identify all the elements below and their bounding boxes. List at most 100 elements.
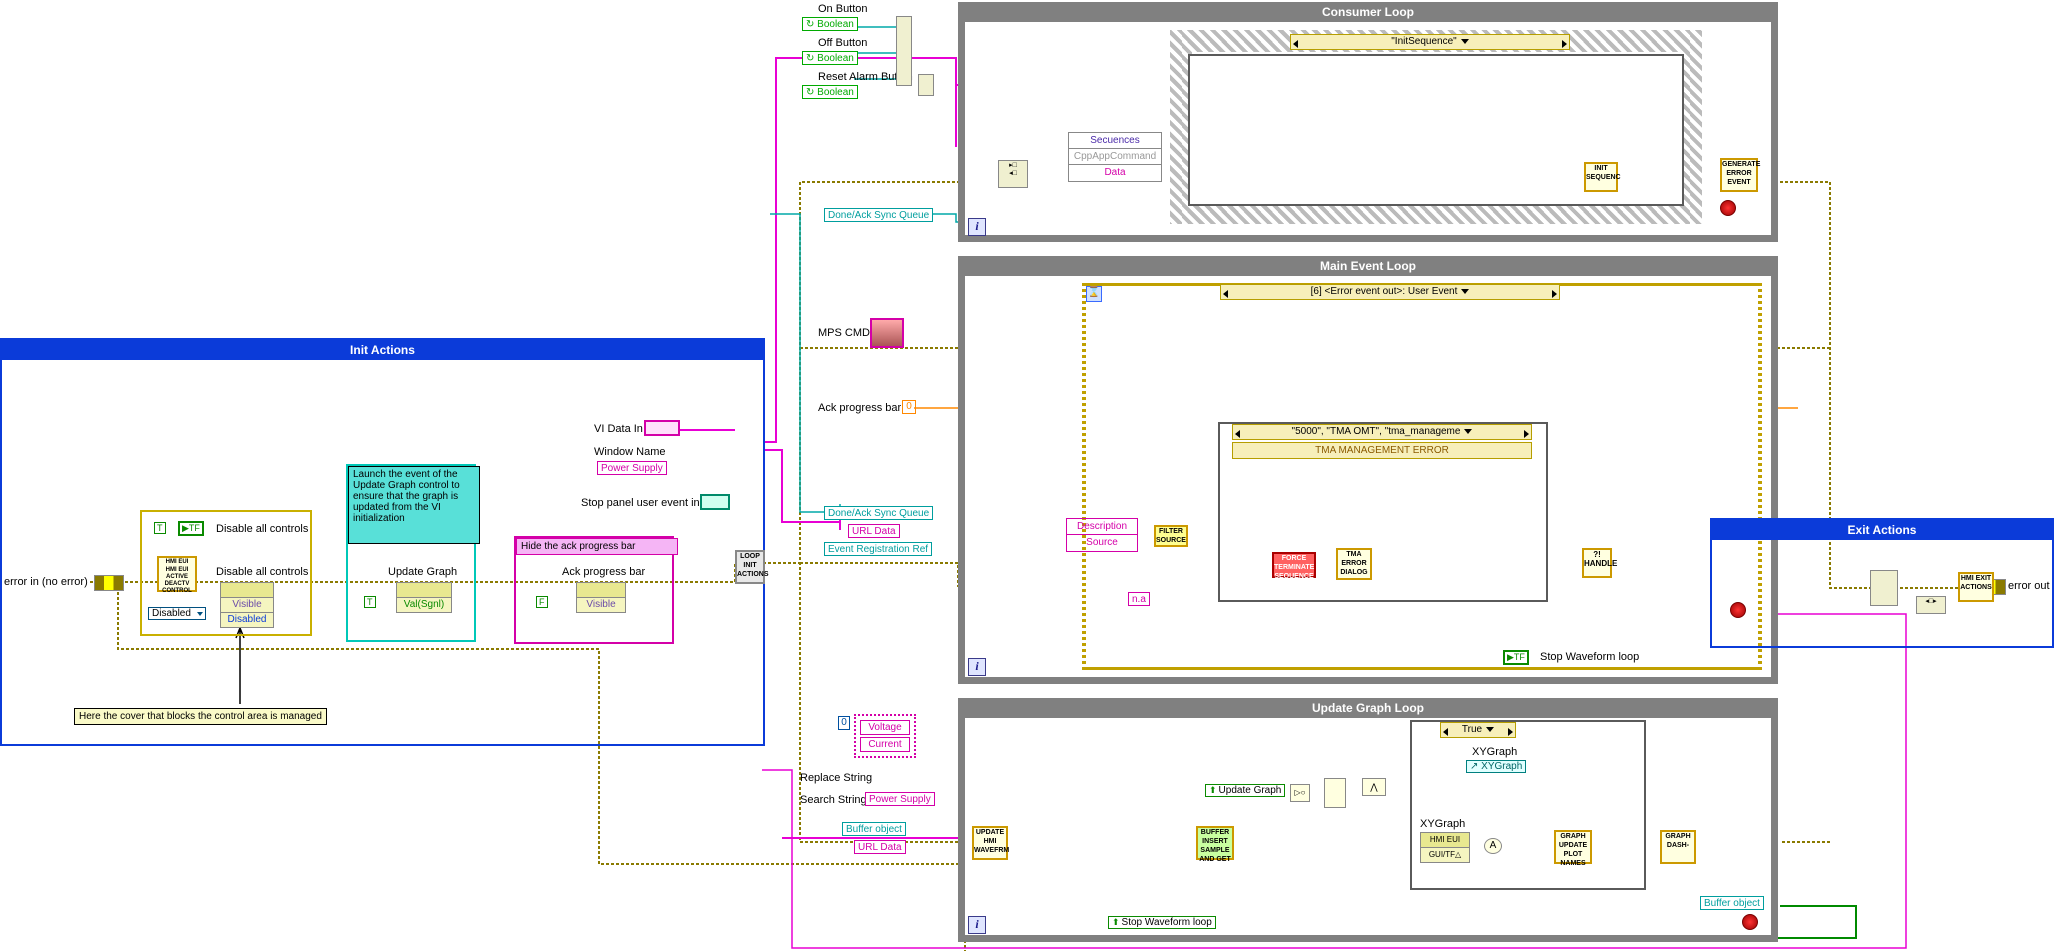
timeout-box: ⌛ [1086, 286, 1102, 302]
ack-visible: Visible [577, 598, 625, 612]
off-button-bool: ↻ Boolean [802, 51, 858, 65]
graph-loop: Update Graph Loop [958, 698, 1778, 942]
prop-visible-disabled: Visible Disabled [220, 582, 274, 628]
exit-unbundle: ◂□▸ [1916, 596, 1946, 614]
consumer-i: i [968, 218, 986, 236]
vc-cluster: Voltage Current [854, 714, 916, 758]
zero-const: 0 [838, 716, 850, 730]
mag-comment: Hide the ack progress bar [516, 538, 678, 555]
main-inner-title: TMA MANAGEMENT ERROR [1232, 442, 1532, 459]
cyan-group: Launch the event of the Update Graph con… [346, 464, 476, 642]
prop-disabled: Disabled [221, 613, 273, 627]
done-ack-1: Done/Ack Sync Queue [824, 208, 933, 222]
subvi-filter: FILTER SOURCE [1154, 525, 1188, 547]
build-node-1 [896, 16, 912, 86]
power-supply-const: Power Supply [597, 461, 667, 475]
graph-case-sel[interactable]: True [1440, 722, 1516, 738]
buffer-out: Buffer object [1700, 896, 1764, 910]
graph-i: i [968, 916, 986, 934]
graph-stop [1742, 914, 1758, 930]
stop-panel-evt-ctrl [700, 494, 730, 510]
main-inner-sel[interactable]: "5000", "TMA OMT", "tma_manageme [1232, 424, 1532, 440]
and-node: ⋀ [1362, 778, 1386, 796]
ack-bar-main: Ack progress bar [818, 402, 901, 414]
ack-zero: 0 [902, 400, 916, 414]
yellow-comment: Here the cover that blocks the control a… [74, 708, 327, 725]
prop-visible: Visible [221, 598, 273, 613]
subvi-update-hmi: UPDATE HMI WAVEFRM [972, 826, 1008, 860]
subvi-dialog: TMA ERROR DIALOG [1336, 548, 1372, 580]
consumer-case-sel[interactable]: "InitSequence" [1290, 34, 1570, 50]
valsgnl: Val(Sgnl) [397, 598, 451, 612]
na-const: n.a [1128, 592, 1150, 606]
ack-bar-label: Ack progress bar [562, 566, 645, 578]
update-graph-label: Update Graph [388, 566, 457, 578]
event-sel[interactable]: [6] <Error event out>: User Event [1220, 284, 1560, 300]
cluster-sec: Secuences [1069, 133, 1161, 149]
on-button-label: On Button [818, 3, 868, 15]
stop-wave-tf: ▶TF [1503, 650, 1529, 665]
subvi-force: FORCE TERMINATE SEQUENCE [1272, 552, 1316, 578]
xygraph-prop-label: XYGraph [1420, 818, 1465, 830]
a-node: A [1484, 838, 1502, 854]
exit-title: Exit Actions [1712, 520, 2052, 540]
url-graph: URL Data [854, 840, 906, 854]
build-node-2 [918, 74, 934, 96]
done-ack-main: Done/Ack Sync Queue [824, 506, 933, 520]
stop-wave-local: Stop Waveform loop [1108, 916, 1216, 929]
desc-src-unbundle: Description Source [1066, 518, 1138, 552]
replace-label: Replace String [800, 772, 872, 784]
subvi-active-deact: HMI EUIHMI EUI ACTIVE DEACTV CONTROL [157, 556, 197, 592]
subvi-exit: HMI EXIT ACTIONS [1958, 572, 1994, 602]
not-node: ▷○ [1290, 784, 1310, 802]
init-actions-title: Init Actions [2, 340, 763, 360]
subvi-init-seq: INIT SEQUENC [1584, 162, 1618, 192]
off-button-label: Off Button [818, 37, 867, 49]
window-name-label: Window Name [594, 446, 666, 458]
xygraph-ref: ↗ XYGraph [1466, 760, 1526, 773]
prop-ack-visible: Visible [576, 582, 626, 613]
current: Current [860, 737, 910, 752]
graph-case [1410, 720, 1646, 890]
cluster-data: Data [1069, 165, 1161, 180]
ev-reg-ref: Event Registration Ref [824, 542, 932, 556]
cyan-comment: Launch the event of the Update Graph con… [348, 466, 480, 544]
subvi-insert: BUFFER INSERT SAMPLE AND GET [1196, 826, 1234, 860]
power-const: Power Supply [865, 792, 935, 806]
subvi-loop-init: LOOP INIT ACTIONS [735, 550, 765, 584]
desc: Description [1067, 519, 1137, 535]
vi-data-in-ctrl [644, 420, 680, 436]
main-i: i [968, 658, 986, 676]
reset-button-bool: ↻ Boolean [802, 85, 858, 99]
sel-node [1324, 778, 1346, 808]
voltage: Voltage [860, 720, 910, 735]
tf-indicator-1: ▶TF [178, 521, 204, 536]
stop-panel-evt-label: Stop panel user event in [581, 497, 700, 509]
src: Source [1067, 535, 1137, 550]
subvi-dash: GRAPH DASH- [1660, 830, 1696, 864]
unbundle-small: ▸□◂□ [998, 160, 1028, 188]
graph-title: Update Graph Loop [958, 698, 1778, 718]
mps-cmd: MPS CMD [818, 327, 870, 339]
cluster-cpp: CppAppCommand [1069, 149, 1161, 165]
disable-all-2: Disable all controls [216, 566, 308, 578]
main-title: Main Event Loop [958, 256, 1778, 276]
on-button-bool: ↻ Boolean [802, 17, 858, 31]
prop-valsgnl: Val(Sgnl) [396, 582, 452, 613]
disabled-ring[interactable]: Disabled [148, 607, 206, 620]
mps-ctrl [870, 318, 904, 348]
xygraph-prop: HMI EUIGUI/TF△ [1420, 832, 1470, 863]
tf-true-2: T [364, 596, 376, 608]
merge-err [1870, 570, 1898, 606]
search-label: Search String [800, 794, 867, 806]
tf-false: F [536, 596, 548, 608]
stop-wave-label: Stop Waveform loop [1540, 651, 1639, 663]
url-main: URL Data [848, 524, 900, 538]
subvi-handle: ?!HANDLE [1582, 548, 1612, 578]
subvi-gen-err: GENERATE ERROR EVENT [1720, 158, 1758, 192]
xygraph-label: XYGraph [1472, 746, 1517, 758]
vi-data-in-label: VI Data In [594, 423, 643, 435]
tf-true-1: T [154, 522, 166, 534]
consumer-cluster: Secuences CppAppCommand Data [1068, 132, 1162, 182]
update-graph-local: Update Graph [1205, 784, 1285, 797]
